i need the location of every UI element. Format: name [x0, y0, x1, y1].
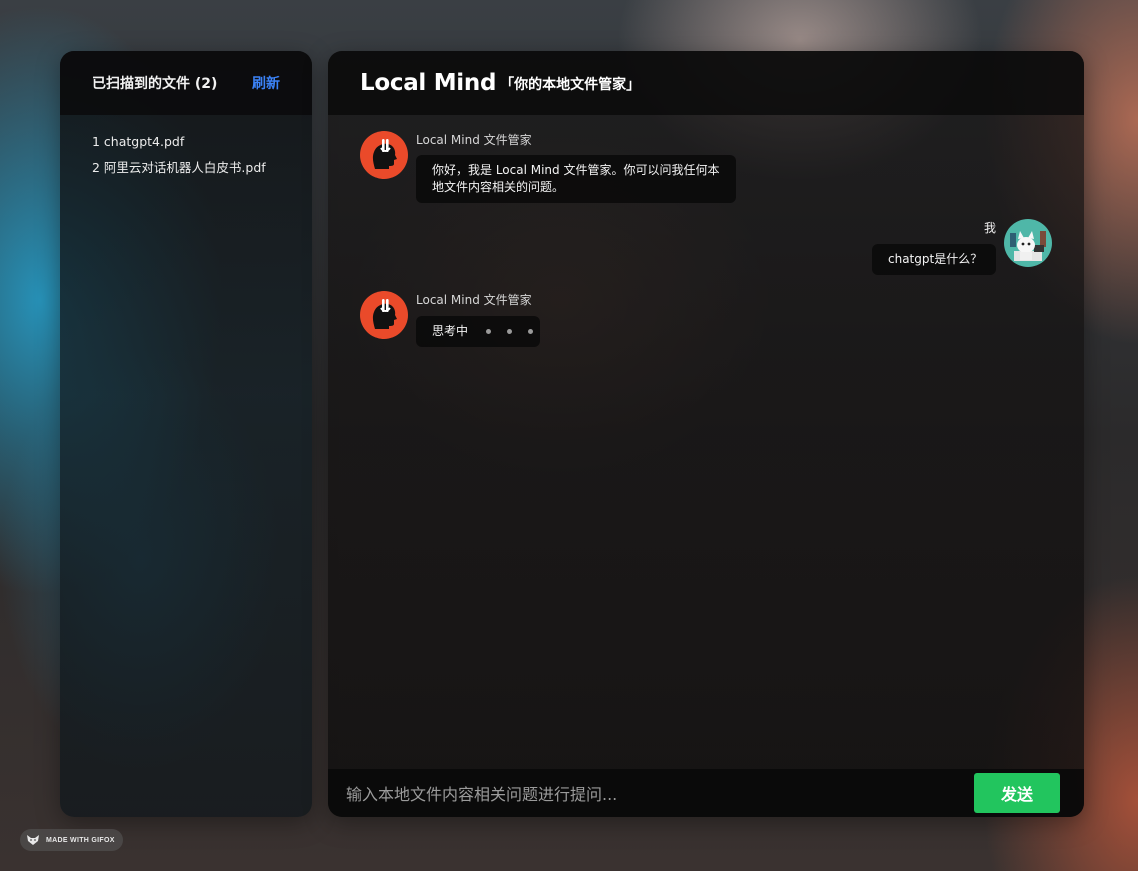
- head-silhouette-icon: [360, 131, 408, 179]
- refresh-button[interactable]: 刷新: [252, 73, 280, 93]
- chat-panel: Local Mind 「你的本地文件管家」 Local Mind 文件管家 你好…: [328, 51, 1084, 817]
- app-subtitle: 「你的本地文件管家」: [500, 77, 641, 93]
- fox-icon: [26, 831, 40, 850]
- file-list: 1 chatgpt4.pdf 2 阿里云对话机器人白皮书.pdf: [60, 115, 312, 181]
- assistant-message-bubble: 你好，我是 Local Mind 文件管家。你可以问我任何本 地文件内容相关的问…: [416, 155, 736, 203]
- app-title: Local Mind: [360, 70, 497, 96]
- sender-name: Local Mind 文件管家: [416, 133, 532, 147]
- message-text: 思考中: [432, 324, 469, 338]
- input-bar: 发送: [328, 769, 1084, 817]
- cat-avatar-icon: [1004, 219, 1052, 267]
- watermark-text: MADE WITH GIFOX: [46, 836, 115, 844]
- message-text: chatgpt是什么？: [888, 252, 983, 266]
- user-message-bubble: chatgpt是什么？: [872, 244, 996, 275]
- message-list: Local Mind 文件管家 你好，我是 Local Mind 文件管家。你可…: [328, 115, 1084, 769]
- typing-dots-icon: [485, 329, 533, 334]
- sender-name: Local Mind 文件管家: [416, 293, 532, 307]
- send-button[interactable]: 发送: [974, 773, 1060, 813]
- file-item[interactable]: 2 阿里云对话机器人白皮书.pdf: [92, 155, 280, 181]
- head-silhouette-icon: [360, 291, 408, 339]
- sidebar-header: 已扫描到的文件 (2) 刷新: [60, 51, 312, 115]
- file-item[interactable]: 1 chatgpt4.pdf: [92, 129, 280, 155]
- chat-header: Local Mind 「你的本地文件管家」: [328, 51, 1084, 115]
- sender-name: 我: [984, 221, 997, 235]
- message-text: 地文件内容相关的问题。: [432, 180, 565, 194]
- message-text: 你好，我是 Local Mind 文件管家。你可以问我任何本: [432, 163, 720, 177]
- sidebar-title: 已扫描到的文件 (2): [92, 76, 218, 92]
- gifox-watermark: MADE WITH GIFOX: [20, 829, 123, 851]
- assistant-message-bubble: 思考中: [416, 316, 540, 347]
- chat-input[interactable]: [344, 779, 948, 809]
- file-sidebar: 已扫描到的文件 (2) 刷新 1 chatgpt4.pdf 2 阿里云对话机器人…: [60, 51, 312, 817]
